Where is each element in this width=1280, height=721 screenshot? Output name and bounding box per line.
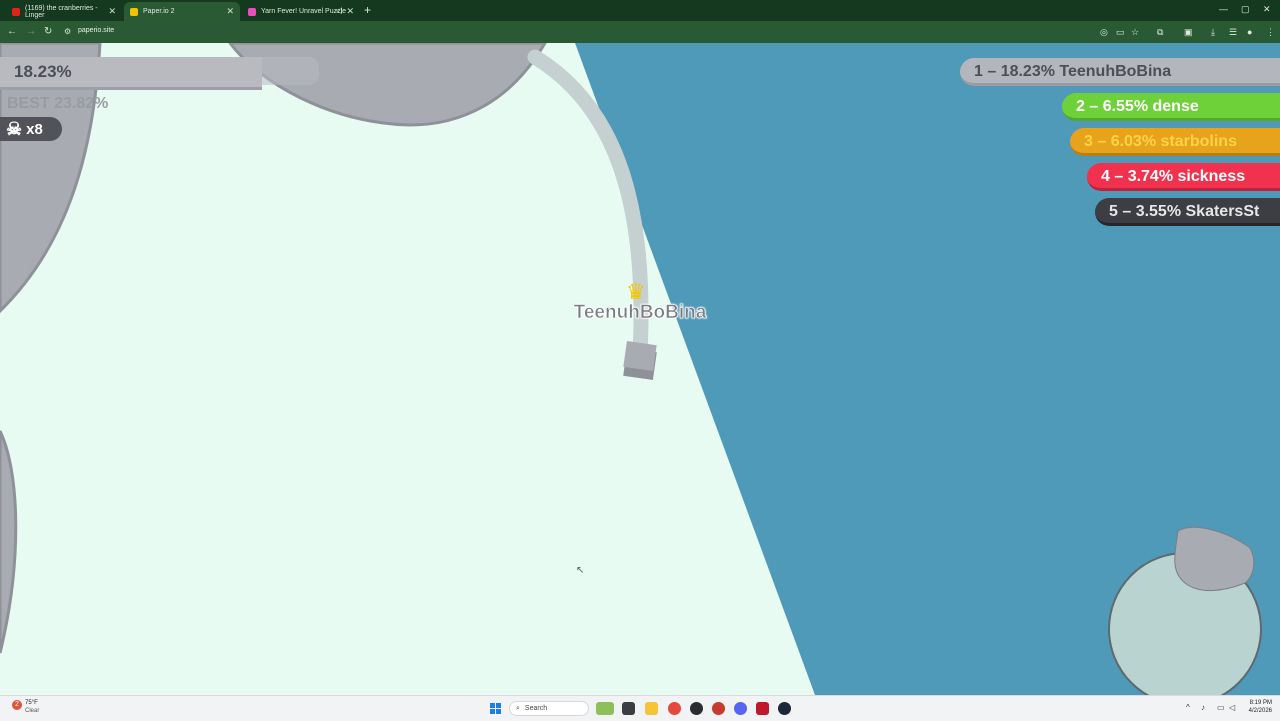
reload-icon[interactable]: ↻ — [44, 26, 52, 37]
mute-icon[interactable]: ◁ — [336, 6, 342, 15]
tab-title: Yarn Fever! Unravel Puzzle — [261, 8, 347, 15]
url-field[interactable]: paperio.site — [78, 27, 114, 34]
minimize-button[interactable]: — — [1219, 4, 1228, 14]
steam-icon[interactable] — [778, 702, 791, 715]
new-tab-button[interactable]: + — [364, 3, 371, 17]
extensions-icon[interactable]: ⧉ — [1157, 27, 1163, 38]
tab-paperio[interactable]: Paper.io 2 ✕ — [124, 2, 240, 21]
cast-icon[interactable]: ▭ — [1116, 27, 1125, 38]
chevron-up-icon[interactable]: ^ — [1186, 703, 1190, 712]
search-placeholder: Search — [524, 705, 548, 712]
volume-icon[interactable]: ◁ — [1229, 703, 1235, 712]
maximize-button[interactable]: ▢ — [1241, 4, 1250, 15]
close-icon[interactable]: ✕ — [346, 6, 354, 17]
kill-counter: ☠ x8 — [0, 117, 62, 141]
territory-percent: 18.23% — [14, 62, 72, 81]
sidebar-icon[interactable]: ▣ — [1184, 27, 1193, 38]
adobe-icon[interactable] — [756, 702, 769, 715]
weather-badge-icon[interactable]: 2 — [12, 700, 22, 710]
app-icon[interactable] — [690, 702, 703, 715]
discord-icon[interactable] — [734, 702, 747, 715]
youtube-favicon-icon — [12, 7, 20, 16]
territory-bar-track — [262, 57, 319, 85]
browser-tab-bar: (1169) the cranberries - Linger ✕ Paper.… — [0, 0, 1280, 21]
task-view-icon[interactable] — [622, 702, 635, 715]
taskbar-search[interactable]: ⌕ Search — [509, 701, 589, 716]
weather-desc[interactable]: Clear — [25, 708, 39, 714]
skull-icon: ☠ — [6, 118, 23, 139]
bookmark-star-icon[interactable]: ☆ — [1131, 27, 1139, 38]
close-window-button[interactable]: ✕ — [1263, 4, 1271, 15]
leaderboard-entry-5: 5 – 3.55% SkatersSt — [1095, 198, 1280, 226]
widgets-icon[interactable] — [596, 702, 614, 715]
chrome-icon[interactable] — [668, 702, 681, 715]
leaderboard-entry-1: 1 – 18.23% TeenuhBoBina — [960, 58, 1280, 86]
close-icon[interactable]: ✕ — [226, 6, 234, 17]
chrome-profile-icon[interactable] — [712, 702, 725, 715]
site-info-icon[interactable]: ⚙ — [64, 27, 71, 36]
kill-count: x8 — [26, 120, 43, 138]
leaderboard-entry-4: 4 – 3.74% sickness — [1087, 163, 1280, 191]
network-icon[interactable]: ▭ — [1217, 703, 1225, 712]
file-explorer-icon[interactable] — [645, 702, 658, 715]
search-icon: ⌕ — [516, 704, 520, 712]
taskbar: 2 75°F Clear ⌕ Search ^ ♪ ▭ ◁ 8:19 PM 4/… — [0, 695, 1280, 721]
tab-youtube[interactable]: (1169) the cranberries - Linger ✕ — [6, 2, 122, 21]
profile-avatar-icon[interactable]: ● — [1247, 27, 1252, 37]
microphone-icon[interactable]: ♪ — [1201, 703, 1205, 712]
tab-title: (1169) the cranberries - Linger — [25, 4, 98, 19]
back-icon[interactable]: ← — [7, 26, 17, 37]
leaderboard-entry-3: 3 – 6.03% starbolins — [1070, 128, 1280, 156]
yarn-favicon-icon — [248, 7, 256, 16]
weather-temp[interactable]: 75°F — [25, 700, 38, 706]
menu-kebab-icon[interactable]: ⋮ — [1266, 27, 1275, 38]
game-canvas[interactable]: 18.23% BEST 23.82% ☠ x8 1 – 18.23% Teenu… — [0, 43, 1280, 695]
tab-yarn-fever[interactable]: Yarn Fever! Unravel Puzzle ◁ ✕ — [242, 2, 360, 21]
close-icon[interactable]: ✕ — [108, 6, 116, 17]
tab-title: Paper.io 2 — [143, 8, 175, 15]
address-bar: ← → ↻ ⚙ paperio.site ◎ ▭ ☆ ⧉ ▣ ⤓ ☰ ● ⋮ — [0, 21, 1280, 43]
tracking-icon[interactable]: ◎ — [1100, 27, 1108, 38]
mouse-cursor-icon: ↖ — [576, 565, 585, 576]
forward-icon[interactable]: → — [26, 26, 36, 37]
windows-start-icon[interactable] — [490, 703, 501, 714]
account-icon[interactable]: ☰ — [1229, 27, 1237, 38]
clock-date[interactable]: 4/2/2026 — [1244, 708, 1272, 714]
leaderboard-entry-2: 2 – 6.55% dense — [1062, 93, 1280, 121]
download-icon[interactable]: ⤓ — [1211, 27, 1215, 38]
player-name: TeenuhBoBina — [573, 302, 707, 324]
paperio-favicon-icon — [130, 7, 138, 16]
best-score: BEST 23.82% — [7, 95, 109, 112]
clock-time[interactable]: 8:19 PM — [1244, 700, 1272, 706]
player-block-top — [623, 341, 657, 371]
